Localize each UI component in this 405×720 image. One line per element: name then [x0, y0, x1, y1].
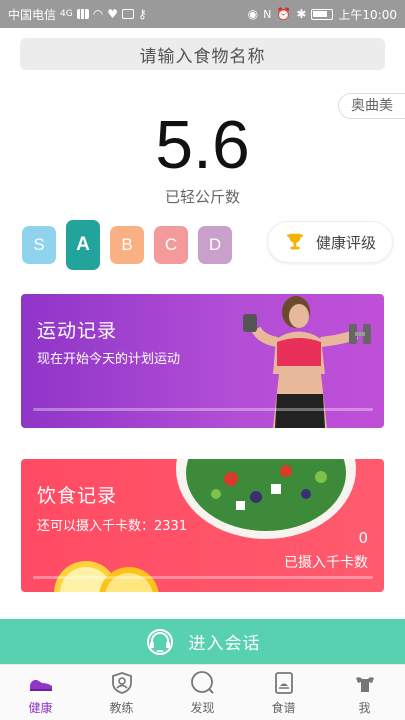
- diet-progress-bar: [33, 576, 373, 579]
- tab-recipes[interactable]: 食谱: [243, 665, 324, 720]
- grade-selector: S A B C D: [22, 220, 242, 270]
- diet-remaining-calories: 还可以摄入千卡数：2331: [37, 519, 188, 534]
- exercise-record-card[interactable]: 运动记录 现在开始今天的计划运动: [21, 294, 384, 428]
- grade-b-label: B: [121, 235, 133, 254]
- trophy-icon: [286, 233, 304, 250]
- diet-consumed-label: 已摄入千卡数: [284, 555, 368, 571]
- grade-s[interactable]: S: [22, 226, 56, 264]
- eye-icon: ◉: [247, 7, 259, 21]
- tab-coach[interactable]: 教练: [81, 665, 162, 720]
- exercise-progress-bar: [33, 408, 373, 411]
- bluetooth-icon: ✱: [296, 7, 307, 21]
- alarm-icon: ⏰: [276, 7, 292, 21]
- carrier-label: 中国电信: [8, 7, 57, 22]
- weight-lost-value: 5.6: [155, 107, 250, 183]
- health-rating-label: 健康评级: [315, 233, 376, 252]
- lemon-slices-illustration: [54, 561, 159, 592]
- bottom-tab-bar: 健康 教练 发现 食谱 我: [0, 664, 405, 720]
- grade-c[interactable]: C: [154, 226, 188, 264]
- diet-consumed-value: 0: [358, 529, 368, 547]
- sneaker-icon: [29, 679, 52, 691]
- signal-icon: [76, 9, 89, 19]
- tab-health[interactable]: 健康: [0, 665, 81, 720]
- enter-chat-label: 进入会话: [188, 634, 261, 654]
- grade-a-label: A: [76, 234, 90, 255]
- tab-discover-label: 发现: [190, 700, 215, 715]
- enter-chat-button[interactable]: 进入会话: [0, 619, 405, 664]
- health-page: 请输入食物名称 奥曲美 5.6 已轻公斤数 S A B C D 健康评级 运动记…: [0, 28, 405, 720]
- grade-d[interactable]: D: [198, 226, 232, 264]
- nfc-icon: N: [263, 7, 272, 21]
- tab-coach-label: 教练: [109, 700, 134, 715]
- clock-label: 上午10:00: [338, 7, 397, 22]
- app-notification-icon: [121, 9, 134, 19]
- exercise-card-title: 运动记录: [37, 320, 118, 342]
- grade-s-label: S: [33, 235, 45, 254]
- key-icon: ⚷: [137, 7, 147, 21]
- grade-c-label: C: [164, 235, 178, 254]
- grade-d-label: D: [208, 235, 222, 254]
- headset-icon: [146, 628, 173, 655]
- heart-icon: ♥: [107, 7, 118, 21]
- fitness-person-icon: [355, 676, 374, 692]
- tab-me[interactable]: 我: [324, 665, 405, 720]
- discover-icon: [190, 670, 214, 694]
- coach-shield-icon: [111, 671, 132, 694]
- grade-b[interactable]: B: [110, 226, 144, 264]
- tab-health-label: 健康: [28, 700, 53, 715]
- search-placeholder: 请输入食物名称: [139, 46, 266, 67]
- status-bar: 中国电信 4G ◠ ♥ ⚷ ◉ N ⏰ ✱ 上午10:00: [0, 0, 405, 28]
- exercise-card-subtitle: 现在开始今天的计划运动: [37, 352, 181, 367]
- wifi-icon: ◠: [92, 7, 104, 21]
- battery-icon: [311, 8, 334, 20]
- weight-lost-label: 已轻公斤数: [164, 188, 240, 206]
- tab-discover[interactable]: 发现: [162, 665, 243, 720]
- recipe-book-icon: [274, 671, 293, 694]
- tab-me-label: 我: [358, 700, 371, 715]
- health-rating-button[interactable]: 健康评级: [267, 221, 393, 263]
- grade-a[interactable]: A: [66, 220, 100, 270]
- tab-recipes-label: 食谱: [271, 700, 296, 715]
- diet-card-title: 饮食记录: [37, 485, 118, 507]
- food-search-input[interactable]: 请输入食物名称: [20, 38, 385, 70]
- network-label: 4G: [60, 9, 73, 19]
- diet-record-card[interactable]: 饮食记录 还可以摄入千卡数：2331 0 已摄入千卡数: [21, 459, 384, 592]
- salad-bowl-illustration: [176, 459, 356, 539]
